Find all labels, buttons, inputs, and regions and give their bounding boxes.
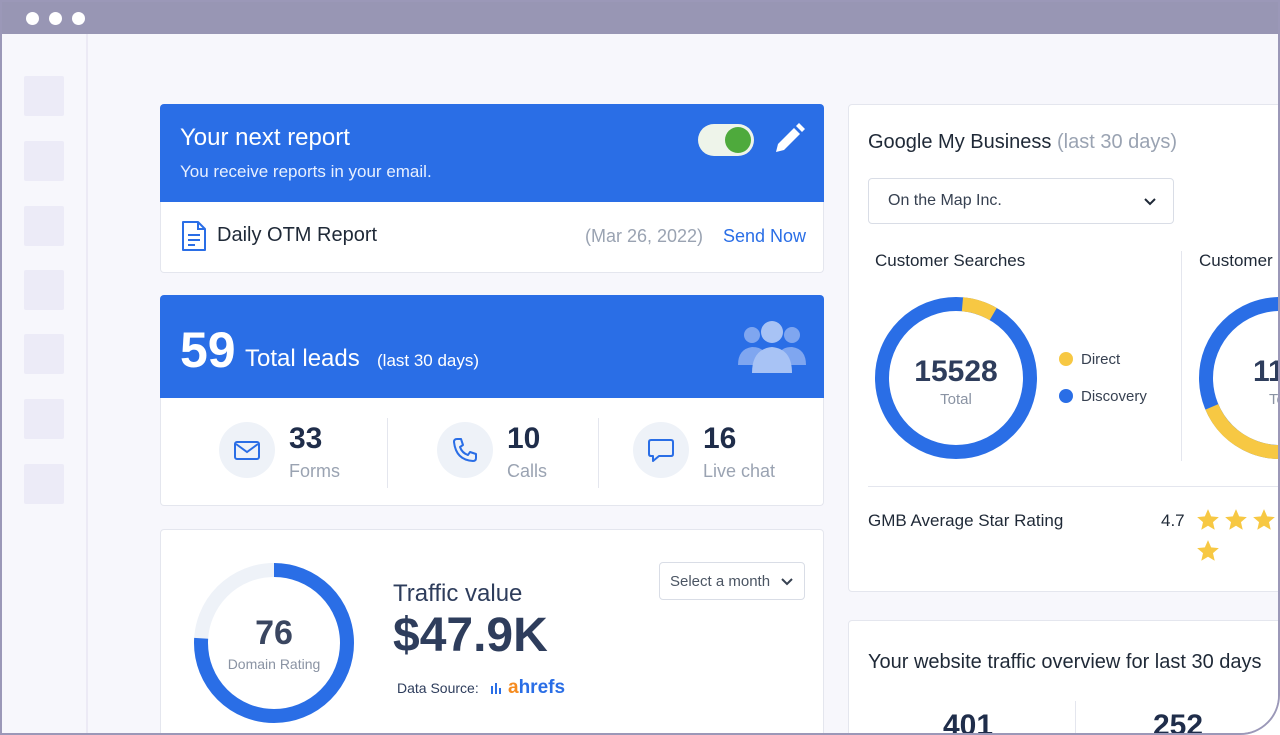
month-select-label: Select a month [670,573,771,590]
leads-label: Total leads [245,345,360,372]
calls-count: 10 [507,422,541,455]
star-icon [1253,509,1275,530]
customer-searches-total: 15528 [914,355,998,388]
next-report-title: Your next report [180,124,350,151]
leads-stats: 33 Forms 10 Calls 16 Live chat [160,398,824,506]
people-icon [738,321,806,373]
calls-label: Calls [507,461,548,481]
divider [1075,701,1076,733]
toggle-knob [725,127,751,153]
rating-value: 4.7 [1161,511,1185,530]
customer-second-total-label: To [1269,391,1278,408]
window-dot [26,12,39,25]
customer-second-title: Customer [1199,251,1273,270]
data-source-label: Data Source: [397,680,479,696]
month-select[interactable]: Select a month [659,562,805,600]
mail-icon [219,422,275,478]
legend-discovery-label: Discovery [1081,388,1147,405]
pencil-icon[interactable] [772,122,806,156]
sidebar-item[interactable] [24,270,64,310]
customer-second-total: 11 [1253,355,1278,388]
website-traffic-value: 252 [1153,709,1204,735]
divider [1181,251,1182,461]
divider [387,418,388,488]
business-select-value: On the Map Inc. [888,192,1002,209]
business-select[interactable]: On the Map Inc. [868,178,1174,224]
legend-dot [1059,352,1073,366]
traffic-value-title: Traffic value [393,580,523,607]
next-report-subtitle: You receive reports in your email. [180,162,432,181]
report-date: (Mar 26, 2022) [585,226,704,246]
sidebar-item[interactable] [24,76,64,116]
legend-direct: Direct [1059,351,1120,368]
forms-count: 33 [289,422,323,455]
star-icon [1197,540,1219,561]
divider [868,486,1278,487]
gmb-title-text: Google My Business [868,131,1052,153]
rating-label: GMB Average Star Rating [868,511,1064,530]
website-traffic-card: Your website traffic overview for last 3… [848,620,1278,735]
sidebar-item[interactable] [24,334,64,374]
website-traffic-title: Your website traffic overview for last 3… [868,651,1262,673]
gmb-period: (last 30 days) [1056,131,1178,153]
star-icon [1225,509,1247,530]
window-dot [49,12,62,25]
window-dot [72,12,85,25]
legend-direct-label: Direct [1081,351,1121,368]
domain-rating-label: Domain Rating [227,656,321,672]
chevron-down-icon [781,578,793,586]
sidebar-item[interactable] [24,141,64,181]
star-icon [1197,509,1219,530]
website-traffic-value: 401 [943,709,994,735]
report-toggle[interactable] [698,124,754,156]
sidebar-item[interactable] [24,464,64,504]
chat-icon [633,422,689,478]
star-rating [1195,507,1278,561]
gmb-title: Google My Business (last 30 days) [868,131,1177,154]
report-name: Daily OTM Report [217,224,378,246]
next-report-body: Daily OTM Report (Mar 26, 2022) Send Now [160,202,824,273]
divider [598,418,599,488]
document-icon [182,221,206,251]
chevron-down-icon [1144,198,1156,206]
legend-discovery: Discovery [1059,388,1147,405]
phone-icon [437,422,493,478]
title-bar [2,2,1278,34]
leads-period: (last 30 days) [377,351,480,370]
sidebar [2,34,88,733]
traffic-value-card: 76 Domain Rating Traffic value $47.9K Da… [160,529,824,733]
ahrefs-logo-icon [491,683,501,694]
legend-dot [1059,389,1073,403]
leads-count: 59 [180,322,236,378]
customer-searches-total-label: Total [940,391,972,408]
customer-searches-title: Customer Searches [875,251,1026,270]
ahrefs-logo: ahrefs [508,677,566,698]
live-chat-count: 16 [703,422,737,455]
next-report-header: Your next report You receive reports in … [160,104,824,202]
domain-rating-value: 76 [255,614,293,652]
live-chat-label: Live chat [703,461,776,481]
sidebar-item[interactable] [24,206,64,246]
app-window: Your next report You receive reports in … [0,0,1280,735]
forms-label: Forms [289,461,340,481]
google-my-business-card: Google My Business (last 30 days) On the… [848,104,1278,592]
total-leads-header: 59 Total leads (last 30 days) [160,295,824,398]
traffic-value-amount: $47.9K [393,609,548,662]
sidebar-item[interactable] [24,399,64,439]
send-now-link[interactable]: Send Now [723,226,806,247]
